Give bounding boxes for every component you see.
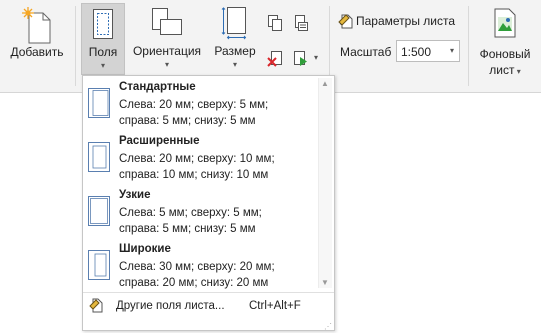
margins-dropdown: ▲ ▼ Стандартные Слева: 20 мм; сверху: 5 …	[82, 75, 335, 331]
sheet-params-icon	[89, 298, 103, 313]
background-sheet-label-2: лист ▾	[474, 63, 536, 79]
add-sheet-button[interactable]: Добавить	[4, 3, 70, 87]
option-desc-line2: справа: 20 мм; снизу: 20 мм	[119, 277, 269, 289]
option-desc-line2: справа: 5 мм; снизу: 5 мм	[119, 223, 256, 235]
orientation-label: Ориентация	[132, 44, 202, 58]
chevron-down-icon: ▾	[232, 60, 237, 69]
copy-icon[interactable]	[266, 14, 284, 32]
option-desc-line1: Слева: 20 мм; сверху: 5 мм;	[119, 99, 269, 111]
page-size-label: Размер	[214, 44, 256, 58]
copy-format-icon[interactable]	[292, 14, 310, 32]
page-size-icon	[221, 7, 247, 40]
separator	[468, 6, 469, 86]
new-sheet-icon	[22, 7, 51, 44]
margin-option-broad[interactable]: Широкие Слева: 30 мм; сверху: 20 мм; спр…	[83, 242, 317, 294]
margin-option-wide[interactable]: Расширенные Слева: 20 мм; сверху: 10 мм;…	[83, 134, 317, 186]
option-desc-line2: справа: 5 мм; снизу: 5 мм	[119, 115, 256, 127]
option-desc-line1: Слева: 30 мм; сверху: 20 мм;	[119, 261, 275, 273]
margins-button[interactable]: Поля ▾	[81, 3, 125, 75]
scale-select[interactable]: 1:500 ▾	[396, 40, 460, 62]
orientation-button[interactable]: Ориентация ▾	[131, 3, 203, 75]
scale-value: 1:500	[401, 45, 432, 59]
scroll-down-icon[interactable]: ▼	[321, 278, 329, 287]
scale-label: Масштаб	[340, 45, 392, 59]
chevron-down-icon: ▾	[449, 46, 454, 55]
margin-option-standard[interactable]: Стандартные Слева: 20 мм; сверху: 5 мм; …	[83, 80, 317, 132]
option-title: Узкие	[119, 189, 151, 201]
chevron-down-icon: ▾	[164, 60, 169, 69]
margin-preview-icon	[88, 142, 110, 172]
other-margins-item[interactable]: Другие поля листа... Ctrl+Alt+F ⋰	[83, 292, 334, 332]
margin-preview-icon	[88, 196, 110, 226]
background-sheet-icon	[494, 8, 516, 38]
other-margins-label: Другие поля листа...	[116, 300, 225, 312]
separator	[75, 6, 76, 86]
sheet-params-button[interactable]: Параметры листа	[338, 12, 462, 32]
margin-option-narrow[interactable]: Узкие Слева: 5 мм; сверху: 5 мм; справа:…	[83, 188, 317, 240]
sheet-params-icon	[338, 14, 353, 29]
orientation-icon	[152, 8, 182, 35]
margin-preview-icon	[88, 250, 110, 280]
play-icon[interactable]	[292, 50, 310, 68]
scroll-up-icon[interactable]: ▲	[321, 79, 329, 88]
background-sheet-label-1: Фоновый	[479, 47, 531, 61]
sheet-params-label: Параметры листа	[356, 14, 456, 28]
page-size-button[interactable]: Размер ▾	[211, 3, 259, 75]
background-sheet-label-2-text: лист	[489, 63, 515, 77]
chevron-down-icon: ▾	[100, 61, 105, 70]
option-title: Широкие	[119, 243, 171, 255]
option-desc-line1: Слева: 5 мм; сверху: 5 мм;	[119, 207, 262, 219]
chevron-down-icon: ▾	[514, 67, 521, 76]
other-margins-shortcut: Ctrl+Alt+F	[249, 300, 301, 312]
chevron-down-icon[interactable]: ▾	[314, 53, 318, 62]
add-sheet-label: Добавить	[10, 45, 64, 59]
option-title: Стандартные	[119, 81, 196, 93]
margins-icon	[93, 9, 113, 39]
separator	[329, 6, 330, 86]
resize-grip-icon[interactable]: ⋰	[324, 322, 332, 331]
background-sheet-button[interactable]: Фоновый лист ▾	[474, 3, 536, 77]
option-desc-line2: справа: 10 мм; снизу: 10 мм	[119, 169, 269, 181]
margin-preview-icon	[88, 88, 110, 118]
option-title: Расширенные	[119, 135, 200, 147]
delete-sheet-icon[interactable]	[266, 50, 284, 68]
menu-scrollbar[interactable]: ▲ ▼	[318, 78, 332, 288]
option-desc-line1: Слева: 20 мм; сверху: 10 мм;	[119, 153, 275, 165]
margins-label: Поля	[88, 45, 118, 59]
